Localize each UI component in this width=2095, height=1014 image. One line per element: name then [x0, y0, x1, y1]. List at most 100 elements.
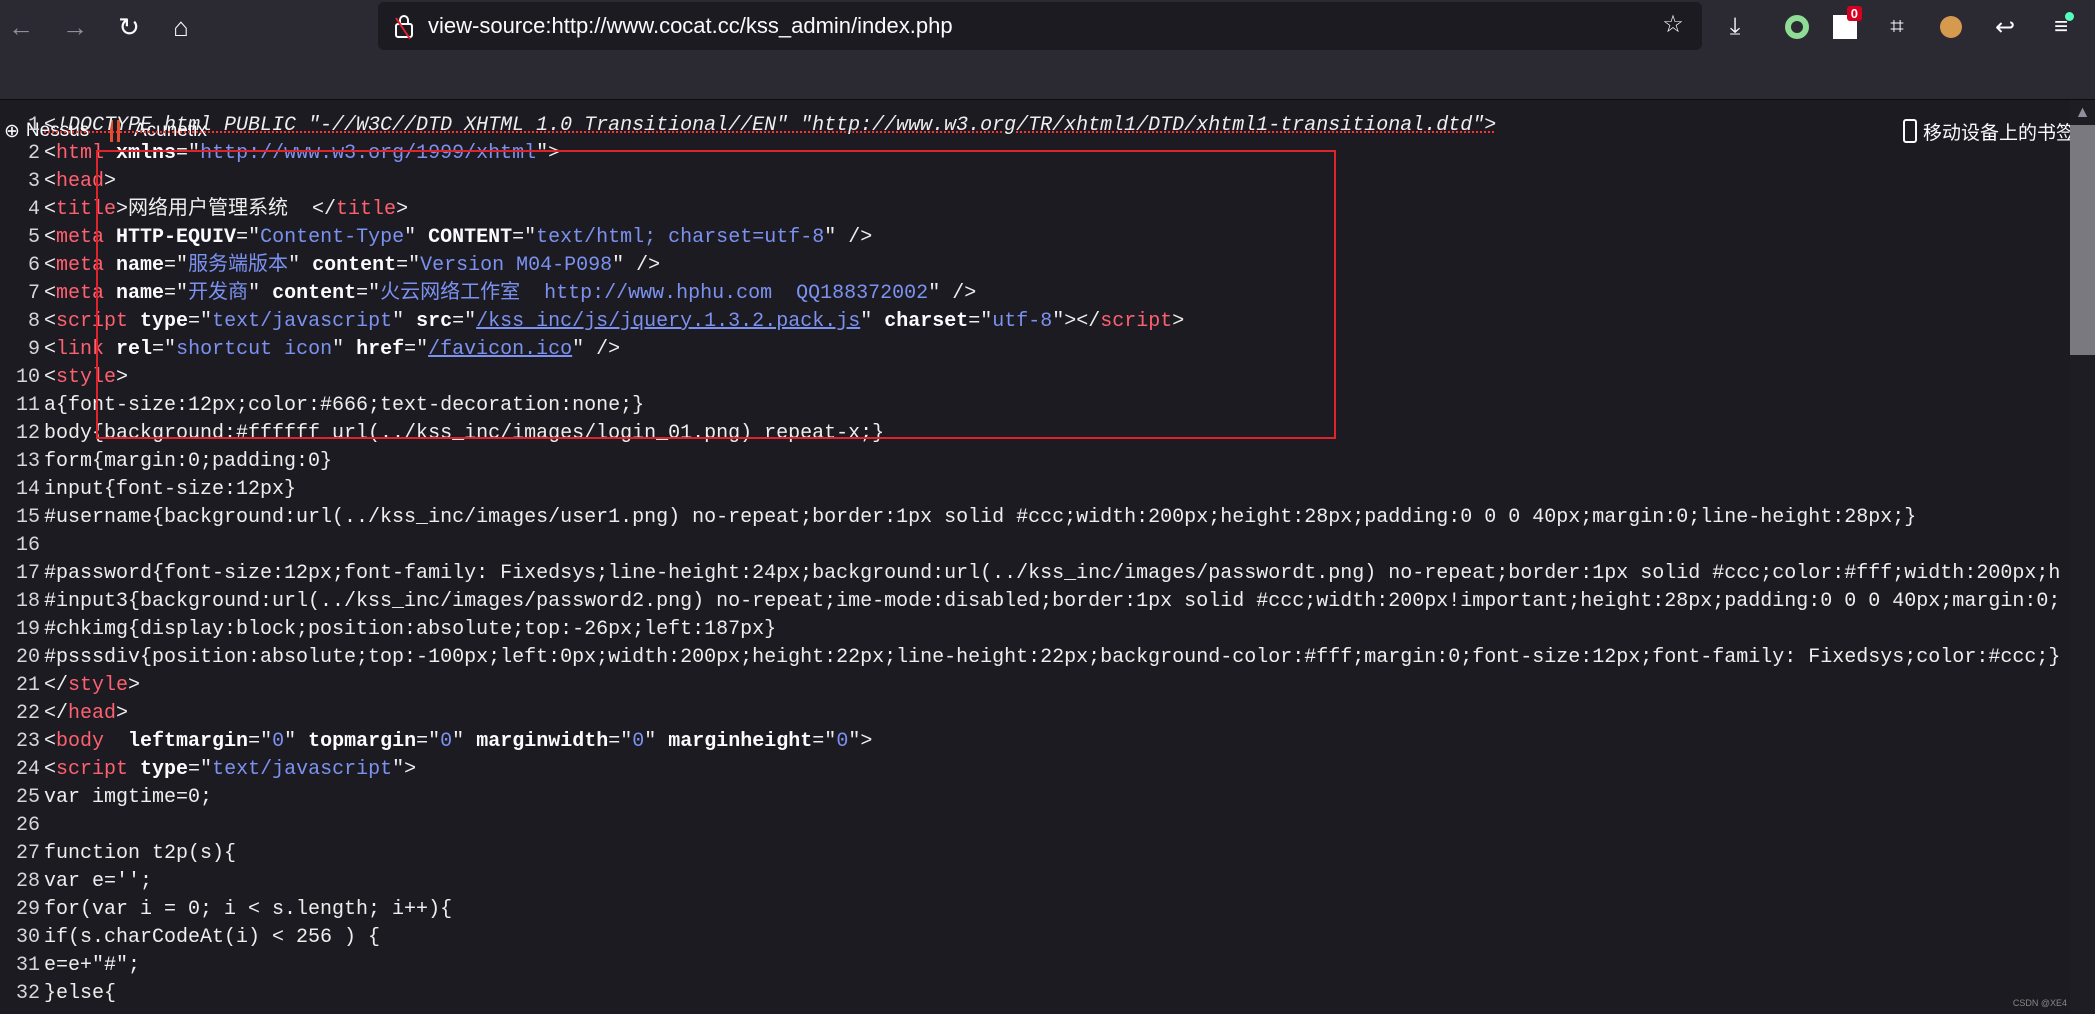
code-token: > [128, 674, 141, 697]
line-number: 9 [27, 338, 40, 361]
attribute-value: 0 [440, 730, 453, 753]
line-number: 19 [15, 618, 40, 641]
code-token: =" [608, 730, 633, 753]
code-line: 25 var imgtime=0; [0, 784, 2070, 812]
downloads-button[interactable]: ⤓ [1718, 10, 1752, 44]
url-bar[interactable]: view-source:http://www.cocat.cc/kss_admi… [378, 2, 1702, 50]
undo-extension-button[interactable]: ↩ [1988, 10, 2022, 44]
code-text: for(var i = 0; i < s.length; i++){ [44, 896, 452, 924]
code-token: }else{ [44, 982, 117, 1005]
code-token: < [44, 142, 57, 165]
back-button[interactable]: ← [4, 10, 38, 44]
reload-button[interactable]: ↻ [112, 10, 146, 44]
code-text: #psssdiv{position:absolute;top:-100px;le… [44, 644, 2060, 672]
code-line: 18 #input3{background:url(../kss_inc/imag… [0, 588, 2070, 616]
code-line: 20 #psssdiv{position:absolute;top:-100px;… [0, 644, 2070, 672]
code-text: e=e+"#"; [44, 952, 140, 980]
code-token: " [644, 730, 657, 753]
line-number: 22 [15, 702, 40, 725]
code-line: 23 <body leftmargin="0" topmargin="0" mar… [0, 728, 2070, 756]
extension-ring-button[interactable] [1780, 10, 1814, 44]
code-line: 28 var e=''; [0, 868, 2070, 896]
cookie-extension-button[interactable] [1934, 10, 1968, 44]
code-token: <!DOCTYPE html PUBLIC "-//W3C//DTD XHTML… [44, 114, 1497, 137]
attribute-name: marginheight [656, 730, 813, 753]
code-token: e=e+"#"; [44, 954, 141, 977]
code-token: #psssdiv{position:absolute;top:-100px;le… [44, 646, 2061, 669]
code-token: #username{background:url(../kss_inc/imag… [44, 506, 1917, 529]
line-number: 8 [27, 310, 40, 333]
code-token: > [116, 702, 129, 725]
line-number: 6 [27, 254, 40, 277]
green-ring-icon [1785, 15, 1809, 39]
code-text: <script type="text/javascript"> [44, 756, 416, 784]
watermark: CSDN @XE4 [2012, 998, 2067, 1008]
line-number: 20 [15, 646, 40, 669]
code-text: form{margin:0;padding:0} [44, 448, 332, 476]
update-dot-icon [2065, 12, 2074, 21]
vertical-scrollbar[interactable]: ▲ [2070, 100, 2095, 1014]
code-token: #input3{background:url(../kss_inc/images… [44, 590, 2061, 613]
line-number: 14 [15, 478, 40, 501]
code-line: 30 if(s.charCodeAt(i) < 256 ) { [0, 924, 2070, 952]
browser-toolbar: ← → ↻ ⌂ view-source:http://www.cocat.cc/… [0, 0, 2095, 54]
tag-name: style [68, 674, 129, 697]
arrow-right-icon: → [62, 11, 88, 42]
line-number: 29 [15, 898, 40, 921]
star-icon: ☆ [1662, 10, 1684, 38]
code-token: </ [44, 674, 69, 697]
line-number: 12 [15, 422, 40, 445]
code-text: #input3{background:url(../kss_inc/images… [44, 588, 2060, 616]
bookmark-star-button[interactable]: ☆ [1656, 7, 1690, 41]
code-text: #username{background:url(../kss_inc/imag… [44, 504, 1916, 532]
line-number: 3 [27, 170, 40, 193]
code-text: </style> [44, 672, 140, 700]
line-number: 10 [15, 366, 40, 389]
line-number: 21 [15, 674, 40, 697]
line-number: 23 [15, 730, 40, 753]
arrow-left-icon: ← [8, 11, 34, 42]
code-token: =" [812, 730, 837, 753]
tag-name: head [68, 702, 117, 725]
line-number: 1 [27, 114, 40, 137]
code-line: 24 <script type="text/javascript"> [0, 756, 2070, 784]
screenshot-button[interactable]: ⌗ [1880, 10, 1914, 44]
code-token: "> [848, 730, 873, 753]
line-number: 30 [15, 926, 40, 949]
forward-button[interactable]: → [58, 10, 92, 44]
code-token: < [44, 254, 57, 277]
line-number: 18 [15, 590, 40, 613]
code-text: if(s.charCodeAt(i) < 256 ) { [44, 924, 380, 952]
line-number: 16 [15, 534, 40, 557]
code-token: < [44, 226, 57, 249]
code-line: 13 form{margin:0;padding:0} [0, 448, 2070, 476]
code-line: 14 input{font-size:12px} [0, 476, 2070, 504]
code-text: var imgtime=0; [44, 784, 212, 812]
attribute-value: 0 [272, 730, 285, 753]
attribute-value: 0 [836, 730, 849, 753]
code-text: <!DOCTYPE html PUBLIC "-//W3C//DTD XHTML… [44, 112, 1496, 140]
menu-button[interactable]: ≡ [2044, 10, 2078, 44]
scroll-up-icon[interactable]: ▲ [2070, 100, 2095, 125]
code-token: var imgtime=0; [44, 786, 213, 809]
line-number: 7 [27, 282, 40, 305]
extension-qr-button[interactable]: 0 [1828, 6, 1862, 44]
code-token: " [284, 730, 297, 753]
line-number: 2 [27, 142, 40, 165]
attribute-value: 0 [632, 730, 645, 753]
code-token: =" [248, 730, 273, 753]
code-text: <body leftmargin="0" topmargin="0" margi… [44, 728, 872, 756]
home-button[interactable]: ⌂ [164, 10, 198, 44]
crop-icon: ⌗ [1890, 13, 1904, 40]
tag-name: body [56, 730, 105, 753]
code-line: 31 e=e+"#"; [0, 952, 2070, 980]
url-text[interactable]: view-source:http://www.cocat.cc/kss_admi… [428, 13, 953, 39]
code-line: 1 <!DOCTYPE html PUBLIC "-//W3C//DTD XHTM… [0, 112, 2070, 140]
tag-name: script [56, 758, 129, 781]
attribute-value: text/javascript [212, 758, 393, 781]
scrollbar-thumb[interactable] [2070, 125, 2095, 355]
code-token: form{margin:0;padding:0} [44, 450, 333, 473]
code-token: < [44, 338, 57, 361]
code-token: #chkimg{display:block;position:absolute;… [44, 618, 777, 641]
code-token: for(var i = 0; i < s.length; i++){ [44, 898, 453, 921]
